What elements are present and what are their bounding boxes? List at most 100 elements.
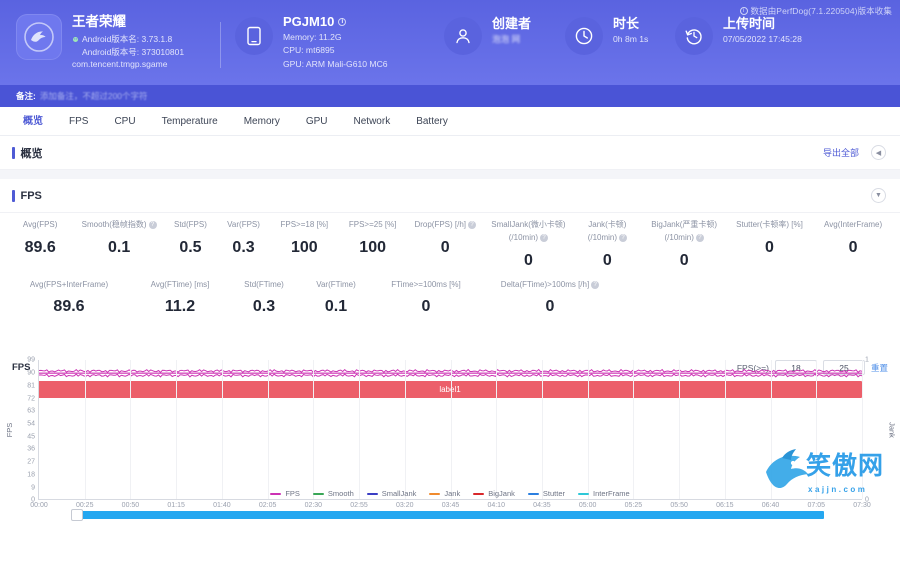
android-version-name: Android版本名: 3.73.1.8 — [82, 34, 173, 45]
grid-line — [496, 360, 498, 500]
legend-swatch — [578, 492, 589, 496]
grid-line — [724, 360, 726, 500]
stat-value: 11.2 — [164, 298, 196, 316]
stat-value: 0 — [523, 251, 533, 269]
android-icon — [72, 36, 79, 42]
duration-value: 0h 8m 1s — [613, 33, 649, 44]
legend-label: SmallJank — [381, 489, 417, 499]
help-icon[interactable]: ? — [148, 221, 157, 230]
note-label: 备注: — [16, 91, 36, 101]
stat-ftime-3: Var(FTime) 0.1 — [300, 280, 372, 316]
help-icon[interactable]: ? — [540, 234, 549, 243]
stat-value: 0.5 — [179, 238, 202, 256]
help-icon[interactable]: ? — [468, 221, 477, 230]
stat-fps-10: Stutter(卡顿率) [%] 0 — [727, 220, 812, 256]
duration-label: 时长 — [613, 16, 640, 31]
stat-label: FPS>=25 [%] — [340, 220, 404, 231]
legend-label: BigJank — [488, 489, 515, 499]
stat-label: Avg(FPS) — [8, 220, 72, 231]
legend-label: InterFrame — [593, 489, 630, 499]
stat-fps-0: Avg(FPS) 89.6 — [6, 220, 74, 256]
tab-temperature[interactable]: Temperature — [149, 107, 231, 136]
grid-line — [450, 360, 452, 500]
stat-label-text: Smooth(稳帧指数) — [81, 220, 147, 229]
stat-label-text: Std(FTime) — [244, 279, 284, 289]
stat-fps-6: Drop(FPS) [/h]? 0 — [407, 220, 484, 256]
legend-item-fps[interactable]: FPS — [270, 489, 300, 498]
y-tick: 90 — [27, 369, 35, 377]
stat-value: 0 — [545, 298, 555, 316]
legend-item-smalljank[interactable]: SmallJank — [366, 489, 417, 499]
tab-battery[interactable]: Battery — [403, 107, 461, 136]
export-all-button[interactable]: 导出全部 — [823, 146, 859, 159]
stat-value: 0.3 — [232, 238, 255, 256]
legend-swatch — [527, 492, 539, 496]
stat-label-text: Std(FPS) — [173, 220, 207, 229]
stat-fps-8: Jank(卡顿) (/10min)? 0 — [573, 220, 641, 269]
app-header: i 数据由PerfDog(7.1.220504)版本收集 王者荣耀 Androi… — [0, 0, 900, 85]
fps-title-accent-bar — [12, 189, 15, 202]
stat-label-text: Var(FTime) — [316, 279, 356, 289]
info-icon: i — [739, 7, 748, 15]
app-name: 王者荣耀 — [72, 14, 126, 29]
y-tick: 18 — [27, 471, 35, 479]
tab-network[interactable]: Network — [341, 107, 404, 136]
legend-item-interframe[interactable]: InterFrame — [578, 489, 630, 498]
data-source-note: i 数据由PerfDog(7.1.220504)版本收集 — [739, 5, 893, 17]
tab-overview[interactable]: 概览 — [10, 107, 56, 136]
legend-swatch — [366, 492, 378, 496]
y-tick: 45 — [27, 433, 35, 441]
stat-label: FTime>=100ms [%] — [374, 280, 478, 291]
stat-label: BigJank(严重卡顿) (/10min)? — [644, 220, 725, 244]
stat-label-text: Avg(FTime) [ms] — [150, 279, 210, 289]
x-tick: 06:40 — [761, 502, 780, 510]
x-tick: 05:00 — [578, 502, 597, 510]
stat-ftime-2: Std(FTime) 0.3 — [228, 280, 300, 316]
chevron-left-icon[interactable]: ◀ — [871, 145, 886, 160]
grid-line — [130, 360, 132, 500]
stat-label-line2: (/10min)? — [644, 233, 725, 244]
legend-swatch — [312, 492, 324, 496]
help-icon[interactable]: ? — [695, 234, 704, 243]
tab-cpu[interactable]: CPU — [101, 107, 148, 136]
upload-time-block: 上传时间 07/05/2022 17:45:28 — [671, 14, 846, 55]
android-version-name-row: Android版本名: 3.73.1.8 — [72, 33, 184, 45]
title-accent-bar — [12, 146, 15, 159]
note-bar[interactable]: 备注: 添加备注，不超过200个字符 — [0, 85, 900, 107]
stat-ftime-0: Avg(FPS+InterFrame) 89.6 — [6, 280, 132, 316]
tab-gpu[interactable]: GPU — [293, 107, 341, 136]
x-tick: 06:15 — [716, 502, 734, 510]
upload-time-label: 上传时间 — [723, 16, 776, 31]
help-icon[interactable]: ? — [591, 280, 600, 289]
scrollbar-handle[interactable] — [71, 509, 83, 522]
phone-icon — [235, 17, 273, 55]
legend-item-stutter[interactable]: Stutter — [527, 489, 565, 498]
tab-fps[interactable]: FPS — [56, 107, 101, 136]
note-input[interactable]: 添加备注，不超过200个字符 — [40, 90, 148, 102]
stat-value: 89.6 — [24, 238, 56, 256]
stat-value: 0 — [679, 251, 689, 269]
legend-label: Smooth — [327, 489, 354, 499]
legend-item-jank[interactable]: Jank — [429, 489, 460, 498]
grid-line — [587, 360, 589, 500]
tab-memory[interactable]: Memory — [231, 107, 293, 136]
device-info-icon[interactable]: i — [338, 18, 347, 27]
legend-item-smooth[interactable]: Smooth — [312, 489, 354, 499]
stat-label-text: FTime>=100ms [%] — [391, 279, 461, 289]
stat-label-text: Avg(FPS+InterFrame) — [29, 279, 109, 289]
x-tick: 03:45 — [441, 502, 460, 510]
creator-block: 创建者 泡泡 网 — [436, 14, 561, 55]
legend-item-bigjank[interactable]: BigJank — [473, 489, 515, 498]
y2-axis-label: Jank — [887, 422, 897, 439]
y-tick: 63 — [27, 407, 35, 415]
grid-line — [679, 360, 681, 500]
grid-line — [313, 360, 315, 500]
grid-line — [359, 360, 361, 500]
chevron-down-icon[interactable]: ▼ — [871, 188, 886, 203]
plot-area[interactable]: 00:00 00:25 00:50 01:15 01:40 02:05 02:30 02:55… — [30, 360, 871, 522]
help-icon[interactable]: ? — [619, 234, 628, 243]
chart-scrollbar[interactable] — [71, 509, 824, 522]
stat-label: Var(FPS) — [219, 220, 268, 231]
stat-value: 0 — [848, 238, 858, 256]
stat-value: 89.6 — [53, 298, 85, 316]
